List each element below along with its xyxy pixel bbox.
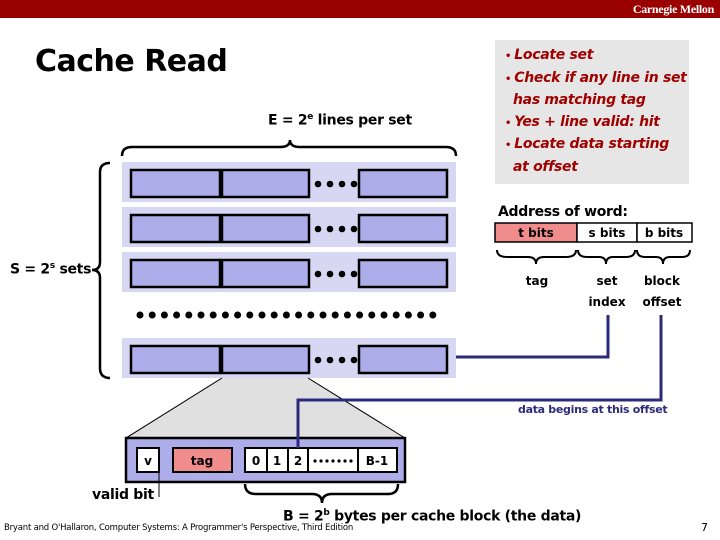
set-ellipsis-dot	[295, 311, 303, 319]
byte-label: 1	[273, 454, 281, 468]
tag-description: tag	[526, 274, 548, 288]
line-ellipsis-dot	[338, 225, 346, 233]
cache-line	[220, 168, 311, 199]
set-index-pointer	[456, 315, 610, 359]
set-brace	[577, 249, 636, 265]
byte-ellipsis-dot	[337, 459, 341, 463]
set-ellipsis-dot	[307, 311, 315, 319]
byte-ellipsis-dot	[325, 459, 329, 463]
set-ellipsis-dot	[136, 311, 144, 319]
block-offset-brace	[636, 249, 691, 265]
set-ellipsis-dot	[173, 311, 181, 319]
byte-ellipsis-dot	[343, 459, 347, 463]
set-ellipsis-dot	[368, 311, 376, 319]
cache-line	[220, 213, 311, 244]
block-description: offset	[643, 295, 682, 309]
cache-set	[122, 207, 456, 247]
byte-ellipsis-dot	[331, 459, 335, 463]
block-description: block	[644, 274, 681, 288]
byte-ellipsis-dot	[349, 459, 353, 463]
set-ellipsis-dot	[356, 311, 364, 319]
set-ellipsis-dot	[221, 311, 229, 319]
cache-line	[357, 168, 449, 199]
cache-line	[220, 258, 311, 289]
cache-line	[129, 258, 222, 289]
page-number: 7	[701, 521, 708, 534]
set-ellipsis-dot	[319, 311, 327, 319]
set-ellipsis-dot	[417, 311, 425, 319]
set-ellipsis-dot	[270, 311, 278, 319]
line-zoom-projection	[126, 378, 405, 438]
lines-brace	[120, 139, 458, 157]
sets-label: S = 2s sets	[10, 261, 92, 278]
line-ellipsis-dot	[338, 270, 346, 278]
line-ellipsis-dot	[314, 356, 322, 364]
address-title: Address of word:	[498, 204, 628, 220]
line-ellipsis-dot	[350, 270, 358, 278]
lines-per-set-label: E = 2e lines per set	[268, 112, 412, 129]
line-ellipsis-dot	[314, 270, 322, 278]
line-ellipsis-dot	[314, 180, 322, 188]
set-ellipsis-dot	[234, 311, 242, 319]
set-description: index	[588, 295, 625, 309]
sets-brace	[91, 161, 111, 380]
line-ellipsis-dot	[326, 180, 334, 188]
set-ellipsis-dot	[160, 311, 168, 319]
cache-line	[129, 213, 222, 244]
set-ellipsis-dot	[282, 311, 290, 319]
byte-label: 2	[294, 454, 302, 468]
line-ellipsis-dot	[338, 180, 346, 188]
cache-line	[357, 213, 449, 244]
data-begins-label: data begins at this offset	[518, 403, 668, 416]
set-ellipsis-dot	[197, 311, 205, 319]
line-ellipsis-dot	[326, 270, 334, 278]
set-ellipsis-dot	[404, 311, 412, 319]
cache-line	[129, 168, 222, 199]
set-ellipsis-dot	[209, 311, 217, 319]
set-ellipsis-dot	[380, 311, 388, 319]
line-ellipsis-dot	[350, 225, 358, 233]
footer-citation: Bryant and O'Hallaron, Computer Systems:…	[4, 523, 354, 533]
set-ellipsis-dot	[392, 311, 400, 319]
cache-line	[357, 258, 449, 289]
cache-set	[122, 252, 456, 292]
cache-line	[220, 344, 311, 375]
tag-brace	[496, 249, 577, 265]
line-ellipsis-dot	[350, 356, 358, 364]
cache-set	[122, 338, 456, 378]
cache-diagram: v tag 0 1 2 B-1 t bits s bits b bits tag…	[91, 139, 693, 504]
address-field-label: t bits	[518, 226, 554, 240]
cache-set	[122, 162, 456, 202]
set-ellipsis-dot	[148, 311, 156, 319]
set-ellipsis-dot	[258, 311, 266, 319]
byte-ellipsis-dot	[319, 459, 323, 463]
address-field-label: s bits	[589, 226, 626, 240]
set-ellipsis-dot	[185, 311, 193, 319]
line-ellipsis-dot	[350, 180, 358, 188]
cache-line	[357, 344, 449, 375]
line-ellipsis-dot	[314, 225, 322, 233]
cache-sets	[122, 162, 456, 378]
line-ellipsis-dot	[338, 356, 346, 364]
set-ellipsis-dots	[136, 311, 437, 319]
set-ellipsis-dot	[343, 311, 351, 319]
byte-label: 0	[252, 454, 260, 468]
tag-cell-label: tag	[191, 454, 213, 468]
line-ellipsis-dot	[326, 356, 334, 364]
valid-bit-label: v	[144, 454, 152, 468]
valid-bit-caption: valid bit	[92, 487, 154, 503]
set-description: set	[596, 274, 617, 288]
line-ellipsis-dot	[326, 225, 334, 233]
set-ellipsis-dot	[429, 311, 437, 319]
byte-label: B-1	[366, 454, 388, 468]
cache-line	[129, 344, 222, 375]
block-brace	[243, 483, 400, 504]
set-ellipsis-dot	[246, 311, 254, 319]
byte-ellipsis-dot	[313, 459, 317, 463]
address-field-label: b bits	[645, 226, 683, 240]
set-ellipsis-dot	[331, 311, 339, 319]
